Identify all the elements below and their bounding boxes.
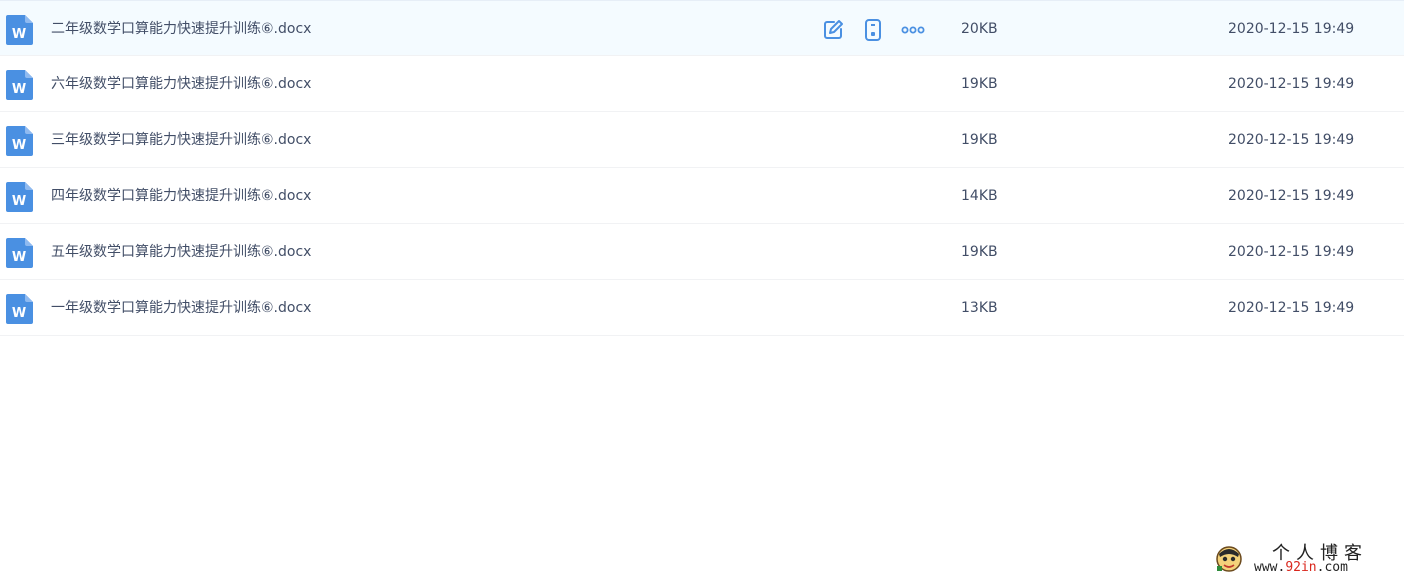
file-name[interactable]: 六年级数学口算能力快速提升训练⑥.docx — [51, 56, 311, 112]
file-size: 19KB — [961, 244, 998, 260]
file-date: 2020-12-15 19:49 — [1228, 76, 1355, 92]
word-doc-icon: W — [6, 294, 33, 324]
file-name[interactable]: 二年级数学口算能力快速提升训练⑥.docx — [51, 1, 311, 57]
watermark-url: www.92in.com — [1254, 560, 1348, 575]
file-date: 2020-12-15 19:49 — [1228, 300, 1355, 316]
file-row[interactable]: W 五年级数学口算能力快速提升训练⑥.docx 19KB 2020-12-15 … — [0, 224, 1404, 280]
file-name[interactable]: 四年级数学口算能力快速提升训练⑥.docx — [51, 168, 311, 224]
file-row[interactable]: W 三年级数学口算能力快速提升训练⑥.docx 19KB 2020-12-15 … — [0, 112, 1404, 168]
file-size: 20KB — [961, 21, 998, 37]
file-name[interactable]: 三年级数学口算能力快速提升训练⑥.docx — [51, 112, 311, 168]
file-date: 2020-12-15 19:49 — [1228, 132, 1355, 148]
file-date: 2020-12-15 19:49 — [1228, 21, 1355, 37]
file-name[interactable]: 一年级数学口算能力快速提升训练⑥.docx — [51, 280, 311, 336]
file-list: W 二年级数学口算能力快速提升训练⑥.docx 20KB 2020-12-15 … — [0, 0, 1404, 336]
file-size: 14KB — [961, 188, 998, 204]
file-size: 19KB — [961, 76, 998, 92]
file-icon-letter: W — [12, 250, 26, 265]
watermark-url-prefix: www. — [1254, 560, 1286, 575]
file-date: 2020-12-15 19:49 — [1228, 188, 1355, 204]
file-row[interactable]: W 一年级数学口算能力快速提升训练⑥.docx 13KB 2020-12-15 … — [0, 280, 1404, 336]
file-row[interactable]: W 四年级数学口算能力快速提升训练⑥.docx 14KB 2020-12-15 … — [0, 168, 1404, 224]
word-doc-icon: W — [6, 70, 33, 100]
watermark-url-suffix: .com — [1316, 560, 1348, 575]
word-doc-icon: W — [6, 238, 33, 268]
file-row[interactable]: W 二年级数学口算能力快速提升训练⑥.docx 20KB 2020-12-15 … — [0, 0, 1404, 56]
file-size: 13KB — [961, 300, 998, 316]
watermark-url-accent: 92in — [1285, 560, 1317, 575]
more-icon — [901, 26, 925, 34]
row-actions — [818, 17, 938, 43]
mascot-icon — [1216, 546, 1242, 572]
edit-button[interactable] — [818, 17, 848, 43]
file-icon-letter: W — [12, 82, 26, 97]
file-name[interactable]: 五年级数学口算能力快速提升训练⑥.docx — [51, 224, 311, 280]
word-doc-icon: W — [6, 126, 33, 156]
send-to-phone-button[interactable] — [858, 17, 888, 43]
more-button[interactable] — [898, 17, 928, 43]
file-icon-letter: W — [12, 138, 26, 153]
phone-icon — [865, 19, 881, 41]
file-size: 19KB — [961, 132, 998, 148]
edit-icon — [824, 20, 843, 39]
file-icon-letter: W — [12, 27, 26, 42]
file-date: 2020-12-15 19:49 — [1228, 244, 1355, 260]
file-icon-letter: W — [12, 306, 26, 321]
word-doc-icon: W — [6, 15, 33, 45]
file-icon-letter: W — [12, 194, 26, 209]
watermark: 个人博客 www.92in.com — [1208, 538, 1404, 580]
file-row[interactable]: W 六年级数学口算能力快速提升训练⑥.docx 19KB 2020-12-15 … — [0, 56, 1404, 112]
word-doc-icon: W — [6, 182, 33, 212]
